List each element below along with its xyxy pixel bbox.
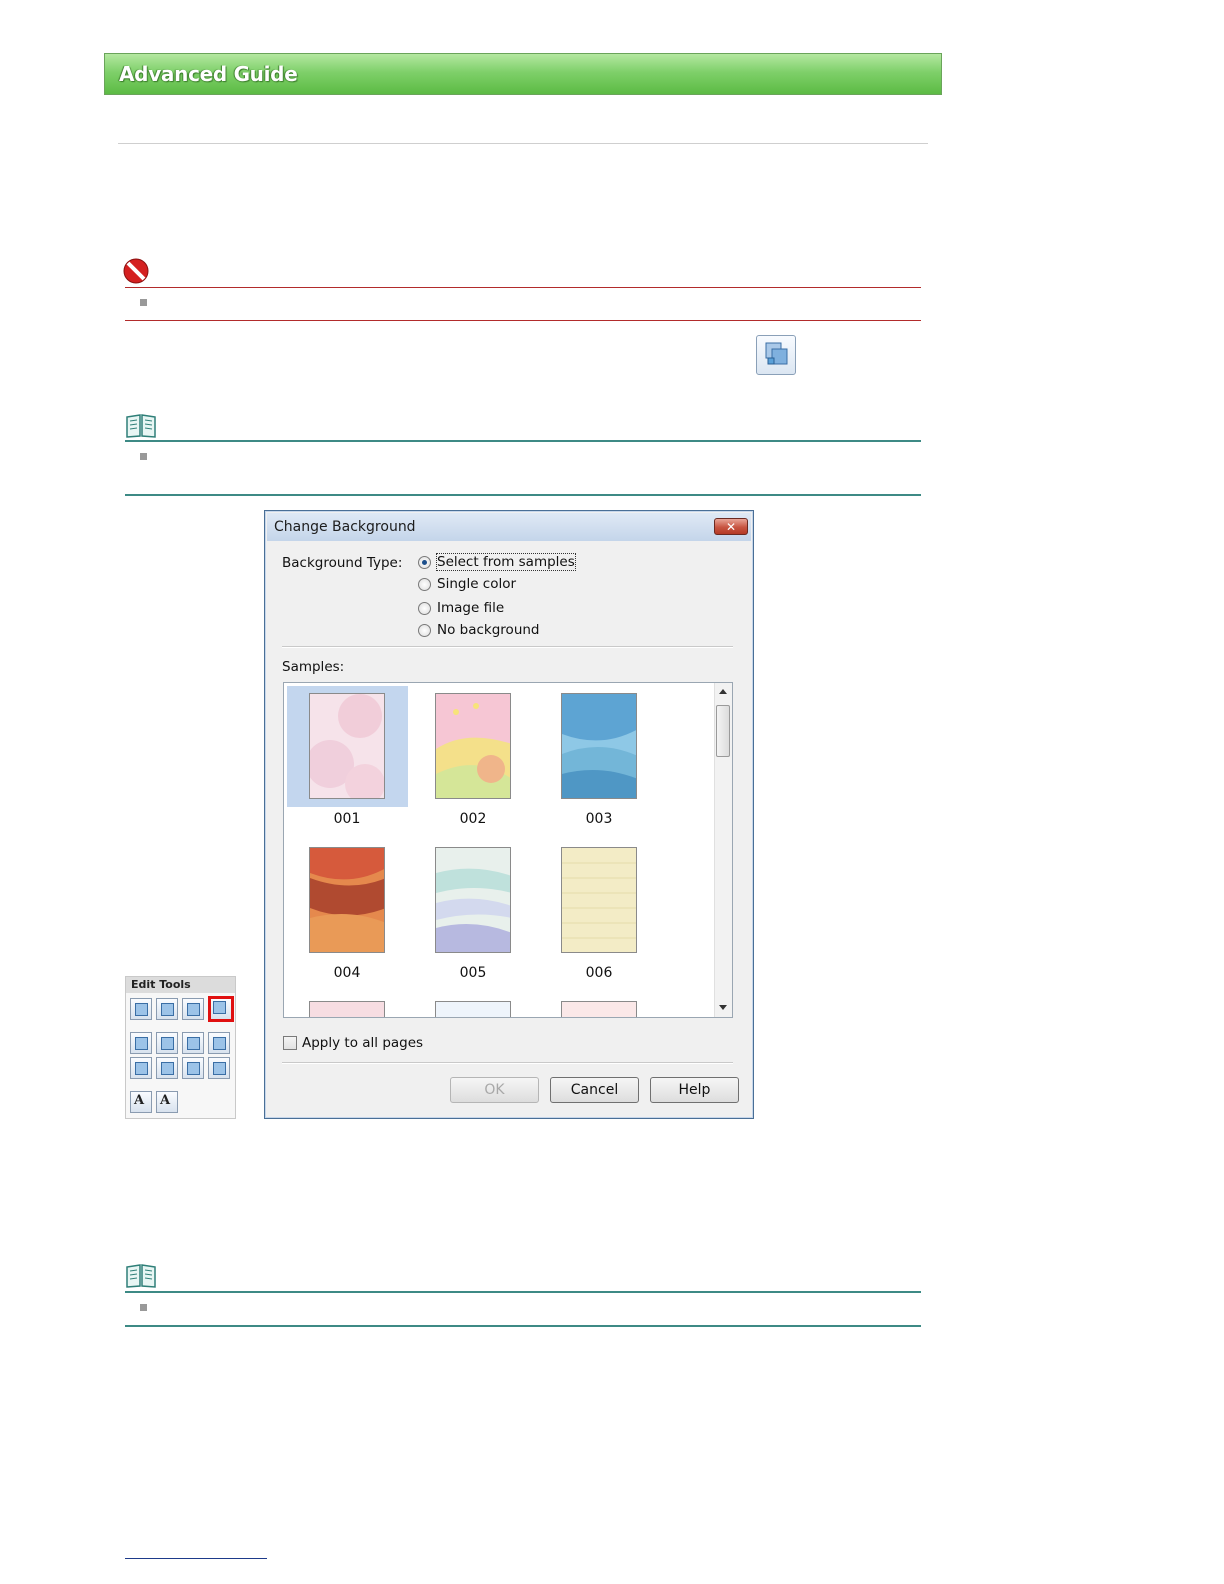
close-icon[interactable]: ✕ [714, 518, 748, 535]
text-tool-glyph: A [160, 1093, 171, 1108]
sample-label: 005 [459, 965, 487, 981]
tool-button[interactable] [208, 1032, 230, 1054]
sample-label: 006 [585, 965, 613, 981]
radio-label-image-file[interactable]: Image file [437, 600, 504, 616]
text-tool-glyph: A [134, 1093, 145, 1108]
text-tool-button[interactable]: A [130, 1091, 152, 1113]
sample-thumbnail[interactable] [309, 693, 385, 799]
sample-thumbnail[interactable] [435, 847, 511, 953]
note-bullet [140, 1304, 147, 1311]
radio-label-single-color[interactable]: Single color [437, 576, 516, 592]
note-bottom-rule [125, 1325, 921, 1327]
dialog-titlebar: Change Background ✕ [267, 513, 751, 541]
help-button[interactable]: Help [650, 1077, 739, 1103]
sample-label: 003 [585, 811, 613, 827]
apply-all-checkbox[interactable] [283, 1036, 297, 1050]
title-divider [118, 143, 928, 144]
background-type-label: Background Type: [282, 555, 403, 571]
caution-top-rule [125, 287, 921, 288]
sample-thumbnail[interactable] [561, 1001, 637, 1017]
samples-label: Samples: [282, 659, 345, 675]
scroll-up-icon[interactable] [719, 689, 727, 694]
note-top-rule [125, 1291, 921, 1293]
cancel-button[interactable]: Cancel [550, 1077, 639, 1103]
radio-select-from-samples[interactable] [418, 556, 431, 569]
radio-single-color[interactable] [418, 578, 431, 591]
scroll-thumb[interactable] [716, 705, 730, 757]
tool-button[interactable] [130, 1032, 152, 1054]
samples-scrollbar[interactable] [714, 683, 732, 1017]
tool-button[interactable] [182, 1032, 204, 1054]
note-bullet [140, 453, 147, 460]
dialog-separator [282, 646, 733, 648]
caution-bullet [140, 299, 147, 306]
tool-button[interactable] [130, 1057, 152, 1079]
tool-button[interactable] [130, 998, 152, 1020]
radio-label-no-background[interactable]: No background [437, 622, 540, 638]
sample-label: 001 [333, 811, 361, 827]
tool-button[interactable] [156, 998, 178, 1020]
change-background-tool-button[interactable] [208, 996, 234, 1022]
sample-label: 004 [333, 965, 361, 981]
tool-button[interactable] [208, 1057, 230, 1079]
radio-image-file[interactable] [418, 602, 431, 615]
note-icon [125, 1263, 157, 1289]
dialog-title: Change Background [274, 519, 416, 535]
banner-title: Advanced Guide [119, 62, 298, 86]
edit-tools-header: Edit Tools [126, 977, 235, 993]
footer-link-underline[interactable] [125, 1558, 267, 1559]
note-icon [125, 413, 157, 439]
edit-tools-label: Edit Tools [131, 978, 191, 991]
scroll-down-icon[interactable] [719, 1005, 727, 1010]
sample-thumbnail[interactable] [435, 1001, 511, 1017]
radio-no-background[interactable] [418, 624, 431, 637]
sample-thumbnail[interactable] [561, 847, 637, 953]
sample-thumbnail[interactable] [561, 693, 637, 799]
sample-thumbnail[interactable] [435, 693, 511, 799]
vertical-text-tool-button[interactable]: A [156, 1091, 178, 1113]
edit-tools-panel: Edit Tools A A [125, 976, 236, 1119]
sample-thumbnail[interactable] [309, 847, 385, 953]
tool-button[interactable] [182, 998, 204, 1020]
ok-button[interactable]: OK [450, 1077, 539, 1103]
banner: Advanced Guide [104, 53, 942, 95]
note-top-rule [125, 440, 921, 442]
dialog-separator [282, 1062, 733, 1064]
apply-all-label[interactable]: Apply to all pages [302, 1035, 423, 1051]
background-tool-icon [756, 335, 796, 375]
tool-button[interactable] [156, 1032, 178, 1054]
change-background-dialog: Change Background ✕ Background Type: Sel… [264, 510, 754, 1119]
samples-list[interactable]: 001 002 003 004 005 006 [283, 682, 733, 1018]
tool-button[interactable] [182, 1057, 204, 1079]
sample-label: 002 [459, 811, 487, 827]
note-bottom-rule [125, 494, 921, 496]
caution-icon [123, 258, 149, 284]
tool-button[interactable] [156, 1057, 178, 1079]
caution-bottom-rule [125, 320, 921, 321]
radio-label-select-from-samples[interactable]: Select from samples [436, 553, 576, 571]
sample-thumbnail[interactable] [309, 1001, 385, 1017]
